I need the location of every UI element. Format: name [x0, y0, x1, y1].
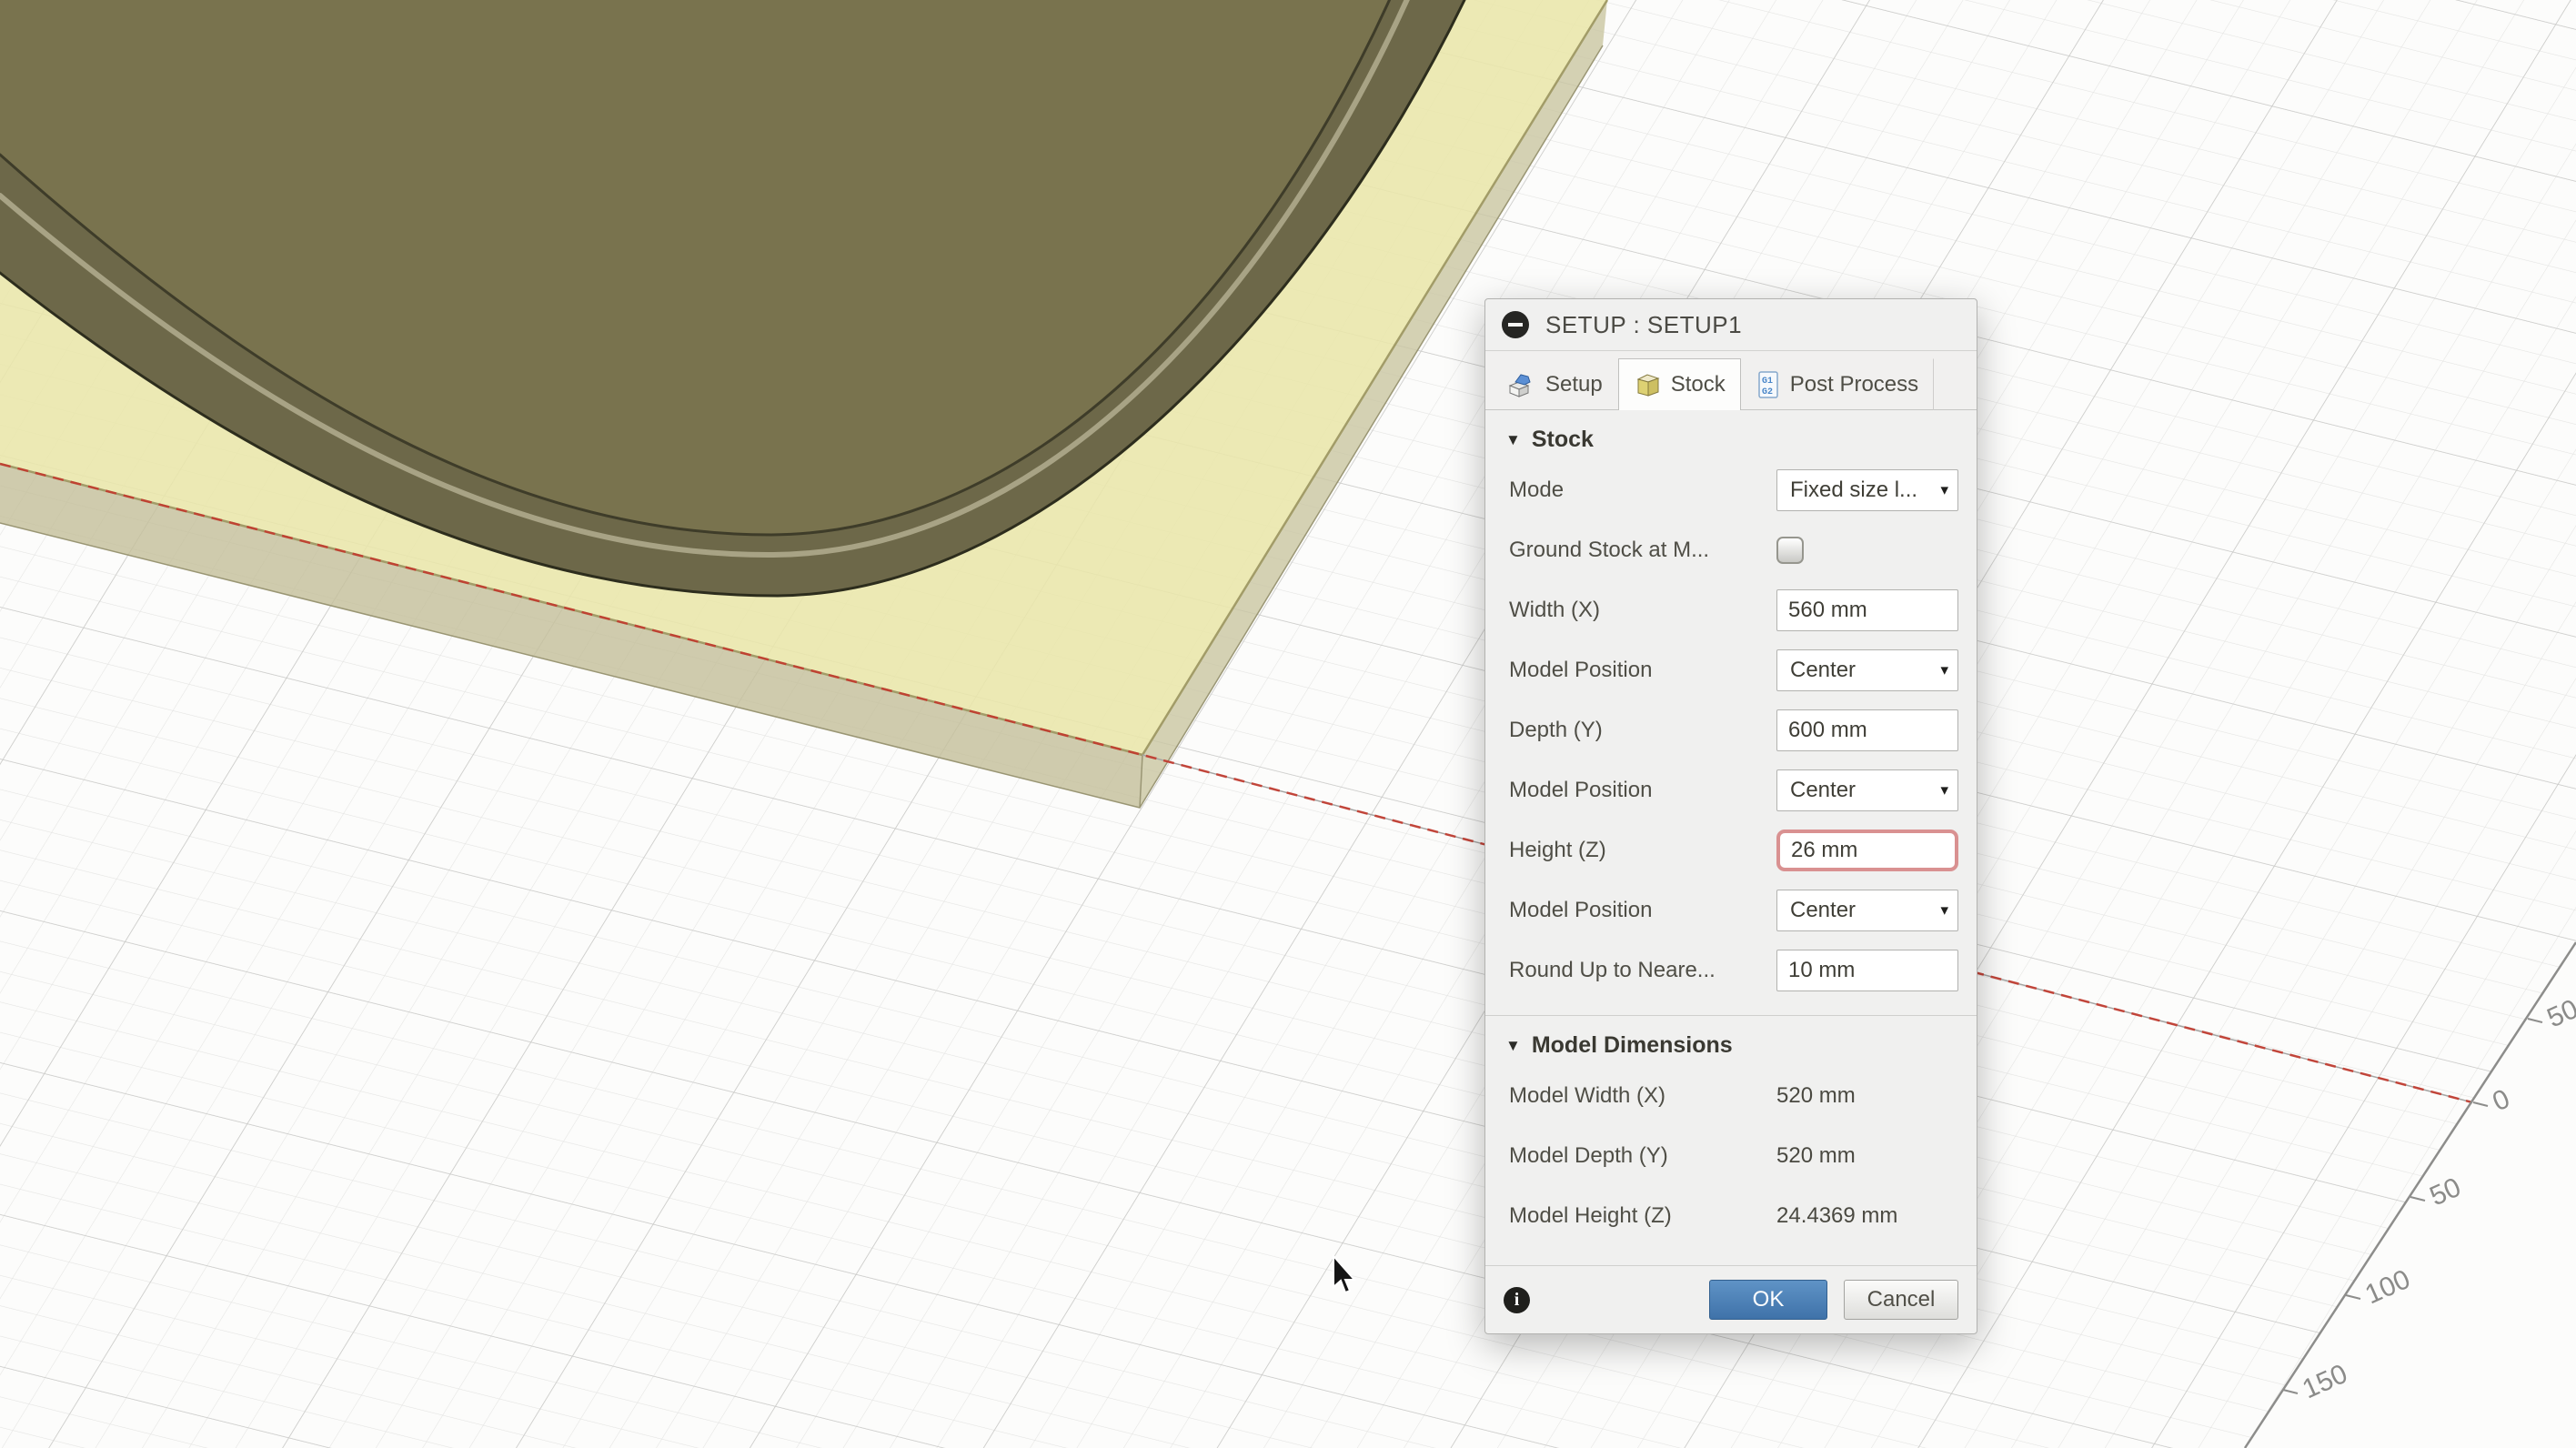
tab-stock[interactable]: Stock: [1617, 358, 1741, 410]
width-x-label: Width (X): [1509, 598, 1601, 622]
row-width-x: Width (X): [1485, 580, 1977, 640]
model-position-x-label: Model Position: [1509, 658, 1653, 682]
viewport-3d[interactable]: 50 0 50 100 150: [0, 0, 2576, 1448]
chevron-down-icon: ▾: [1940, 781, 1948, 799]
height-z-input[interactable]: [1776, 830, 1958, 871]
chevron-down-icon: ▾: [1940, 901, 1948, 919]
model-depth-value: 520 mm: [1776, 1143, 1856, 1168]
tab-post-process[interactable]: G1 G2 Post Process: [1741, 358, 1935, 410]
tab-post-process-label: Post Process: [1789, 372, 1919, 397]
height-z-label: Height (Z): [1509, 838, 1606, 862]
svg-text:G1: G1: [1762, 377, 1773, 387]
stock-section-header[interactable]: ▼ Stock: [1485, 410, 1977, 460]
setup-tab-icon: [1508, 374, 1531, 397]
dialog-tabbar: Setup Stock G1 G2 Post Process: [1485, 351, 1977, 410]
model-depth-label: Model Depth (Y): [1509, 1143, 1668, 1168]
ground-stock-label: Ground Stock at M...: [1509, 538, 1710, 562]
row-round-up: Round Up to Neare...: [1485, 940, 1977, 1001]
mode-dropdown-value: Fixed size l...: [1790, 478, 1918, 502]
setup-dialog: SETUP : SETUP1 Setup Stock G1 G2 Post Pr…: [1484, 298, 1977, 1334]
row-model-width: Model Width (X) 520 mm: [1485, 1066, 1977, 1126]
row-model-position-z: Model Position Center ▾: [1485, 880, 1977, 940]
model-width-label: Model Width (X): [1509, 1083, 1666, 1108]
dialog-body: ▼ Stock Mode Fixed size l... ▾ Ground St…: [1485, 410, 1977, 1265]
model-position-y-dropdown[interactable]: Center ▾: [1776, 769, 1958, 811]
depth-y-label: Depth (Y): [1509, 718, 1603, 742]
model-position-y-label: Model Position: [1509, 778, 1653, 802]
row-mode: Mode Fixed size l... ▾: [1485, 460, 1977, 520]
section-caret-icon: ▼: [1505, 1036, 1521, 1054]
row-model-position-x: Model Position Center ▾: [1485, 640, 1977, 700]
svg-text:G2: G2: [1762, 387, 1773, 397]
row-depth-y: Depth (Y): [1485, 700, 1977, 760]
width-x-input[interactable]: [1776, 589, 1958, 631]
chevron-down-icon: ▾: [1940, 481, 1948, 498]
tab-setup-label: Setup: [1545, 372, 1603, 397]
mode-dropdown[interactable]: Fixed size l... ▾: [1776, 469, 1958, 511]
row-model-height: Model Height (Z) 24.4369 mm: [1485, 1186, 1977, 1246]
ok-button[interactable]: OK: [1709, 1280, 1827, 1320]
tab-setup[interactable]: Setup: [1491, 358, 1618, 410]
round-up-input[interactable]: [1776, 950, 1958, 991]
mode-label: Mode: [1509, 478, 1565, 502]
dialog-footer: i OK Cancel: [1485, 1265, 1977, 1333]
model-dimensions-title: Model Dimensions: [1531, 1032, 1733, 1058]
stock-section-title: Stock: [1531, 427, 1594, 452]
ground-stock-checkbox[interactable]: [1776, 537, 1804, 564]
post-process-tab-icon: G1 G2: [1758, 371, 1778, 398]
model-height-label: Model Height (Z): [1509, 1203, 1672, 1228]
dialog-header[interactable]: SETUP : SETUP1: [1485, 299, 1977, 351]
depth-y-input[interactable]: [1776, 709, 1958, 751]
row-ground-stock: Ground Stock at M...: [1485, 520, 1977, 580]
model-position-x-dropdown[interactable]: Center ▾: [1776, 649, 1958, 691]
chevron-down-icon: ▾: [1940, 661, 1948, 679]
collapse-icon[interactable]: [1502, 311, 1529, 338]
dialog-title: SETUP : SETUP1: [1545, 310, 1743, 338]
round-up-label: Round Up to Neare...: [1509, 958, 1716, 982]
model-position-z-value: Center: [1790, 898, 1857, 922]
row-height-z: Height (Z): [1485, 820, 1977, 880]
section-caret-icon: ▼: [1505, 430, 1521, 448]
info-icon[interactable]: i: [1504, 1286, 1530, 1313]
model-position-x-value: Center: [1790, 658, 1857, 682]
model-dimensions-section-header[interactable]: ▼ Model Dimensions: [1485, 1016, 1977, 1066]
tab-stock-label: Stock: [1670, 372, 1726, 397]
model-position-y-value: Center: [1790, 778, 1857, 802]
row-model-depth: Model Depth (Y) 520 mm: [1485, 1126, 1977, 1186]
cancel-button[interactable]: Cancel: [1844, 1280, 1958, 1320]
row-model-position-y: Model Position Center ▾: [1485, 760, 1977, 820]
stock-tab-icon: [1636, 374, 1660, 397]
model-position-z-dropdown[interactable]: Center ▾: [1776, 890, 1958, 931]
app-window: 50 0 50 100 150 SETUP : SETUP1 Setup Sto…: [0, 0, 2576, 1448]
model-position-z-label: Model Position: [1509, 898, 1653, 922]
model-height-value: 24.4369 mm: [1776, 1203, 1898, 1228]
model-width-value: 520 mm: [1776, 1083, 1856, 1108]
